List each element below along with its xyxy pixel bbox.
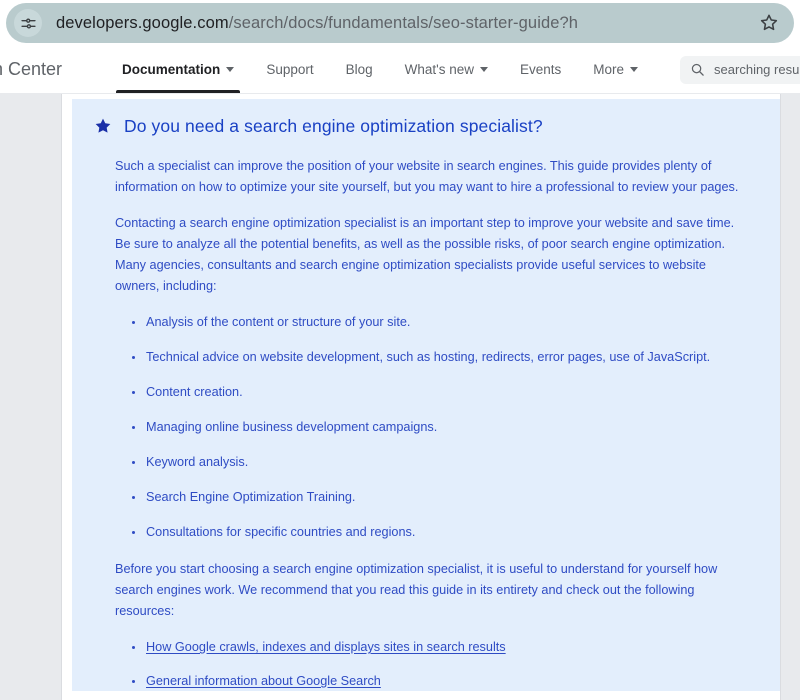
list-item: General information about Google Search (132, 671, 758, 692)
site-brand: rch Center (0, 59, 63, 79)
callout-paragraph-3: Before you start choosing a search engin… (115, 562, 718, 618)
nav-item-label: Events (520, 62, 562, 77)
list-item: How Google crawls, indexes and displays … (132, 637, 758, 658)
list-item: Managing online business development cam… (132, 417, 758, 438)
primary-nav: Documentation Support Blog What's new Ev… (106, 46, 654, 93)
resource-links-list: How Google crawls, indexes and displays … (94, 637, 758, 700)
left-sidebar-rail (0, 94, 62, 700)
nav-item-blog[interactable]: Blog (330, 46, 389, 93)
nav-item-label: What's new (404, 62, 474, 77)
list-item: Content creation. (132, 382, 758, 403)
chevron-down-icon (630, 67, 639, 72)
callout-header: Do you need a search engine optimization… (94, 115, 758, 140)
list-item: Consultations for specific countries and… (132, 522, 758, 543)
site-header: rch Center Documentation Support Blog Wh… (0, 46, 800, 94)
browser-toolbar: developers.google.com/search/docs/fundam… (0, 0, 800, 46)
nav-item-label: Blog (345, 62, 373, 77)
nav-item-documentation[interactable]: Documentation (106, 46, 250, 93)
tune-icon[interactable] (14, 9, 42, 37)
callout-box: Do you need a search engine optimization… (72, 99, 780, 691)
url-text[interactable]: developers.google.com/search/docs/fundam… (56, 14, 754, 33)
search-input[interactable]: searching results (680, 55, 800, 84)
chevron-down-icon (480, 67, 488, 72)
nav-item-whats-new[interactable]: What's new (389, 46, 504, 93)
callout-paragraph-2: Contacting a search engine optimization … (115, 216, 735, 293)
nav-item-label: Support (266, 62, 314, 77)
search-input-value: searching results (714, 62, 800, 77)
services-list: Analysis of the content or structure of … (94, 312, 758, 543)
resource-link-general-info[interactable]: General information about Google Search (146, 674, 381, 688)
nav-item-more[interactable]: More (577, 46, 654, 93)
star-outline-icon[interactable] (754, 8, 784, 38)
list-item: Keyword analysis. (132, 452, 758, 473)
nav-item-label: More (593, 62, 625, 77)
main-content: Do you need a search engine optimization… (62, 94, 780, 700)
callout-title: Do you need a search engine optimization… (124, 116, 543, 136)
search-icon (691, 63, 704, 76)
list-item: Technical advice on website development,… (132, 347, 758, 368)
resource-link-crawling[interactable]: How Google crawls, indexes and displays … (146, 640, 506, 654)
nav-item-support[interactable]: Support (250, 46, 329, 93)
star-filled-icon (94, 117, 112, 140)
omnibox[interactable]: developers.google.com/search/docs/fundam… (6, 3, 794, 43)
list-item: Analysis of the content or structure of … (132, 312, 758, 333)
nav-item-label: Documentation (122, 62, 221, 77)
right-sidebar-rail (780, 94, 800, 700)
page-body: Do you need a search engine optimization… (0, 94, 800, 700)
nav-item-events[interactable]: Events (504, 46, 577, 93)
list-item: Search Engine Optimization Training. (132, 487, 758, 508)
chevron-down-icon (226, 67, 235, 72)
callout-paragraph-1: Such a specialist can improve the positi… (115, 159, 739, 194)
